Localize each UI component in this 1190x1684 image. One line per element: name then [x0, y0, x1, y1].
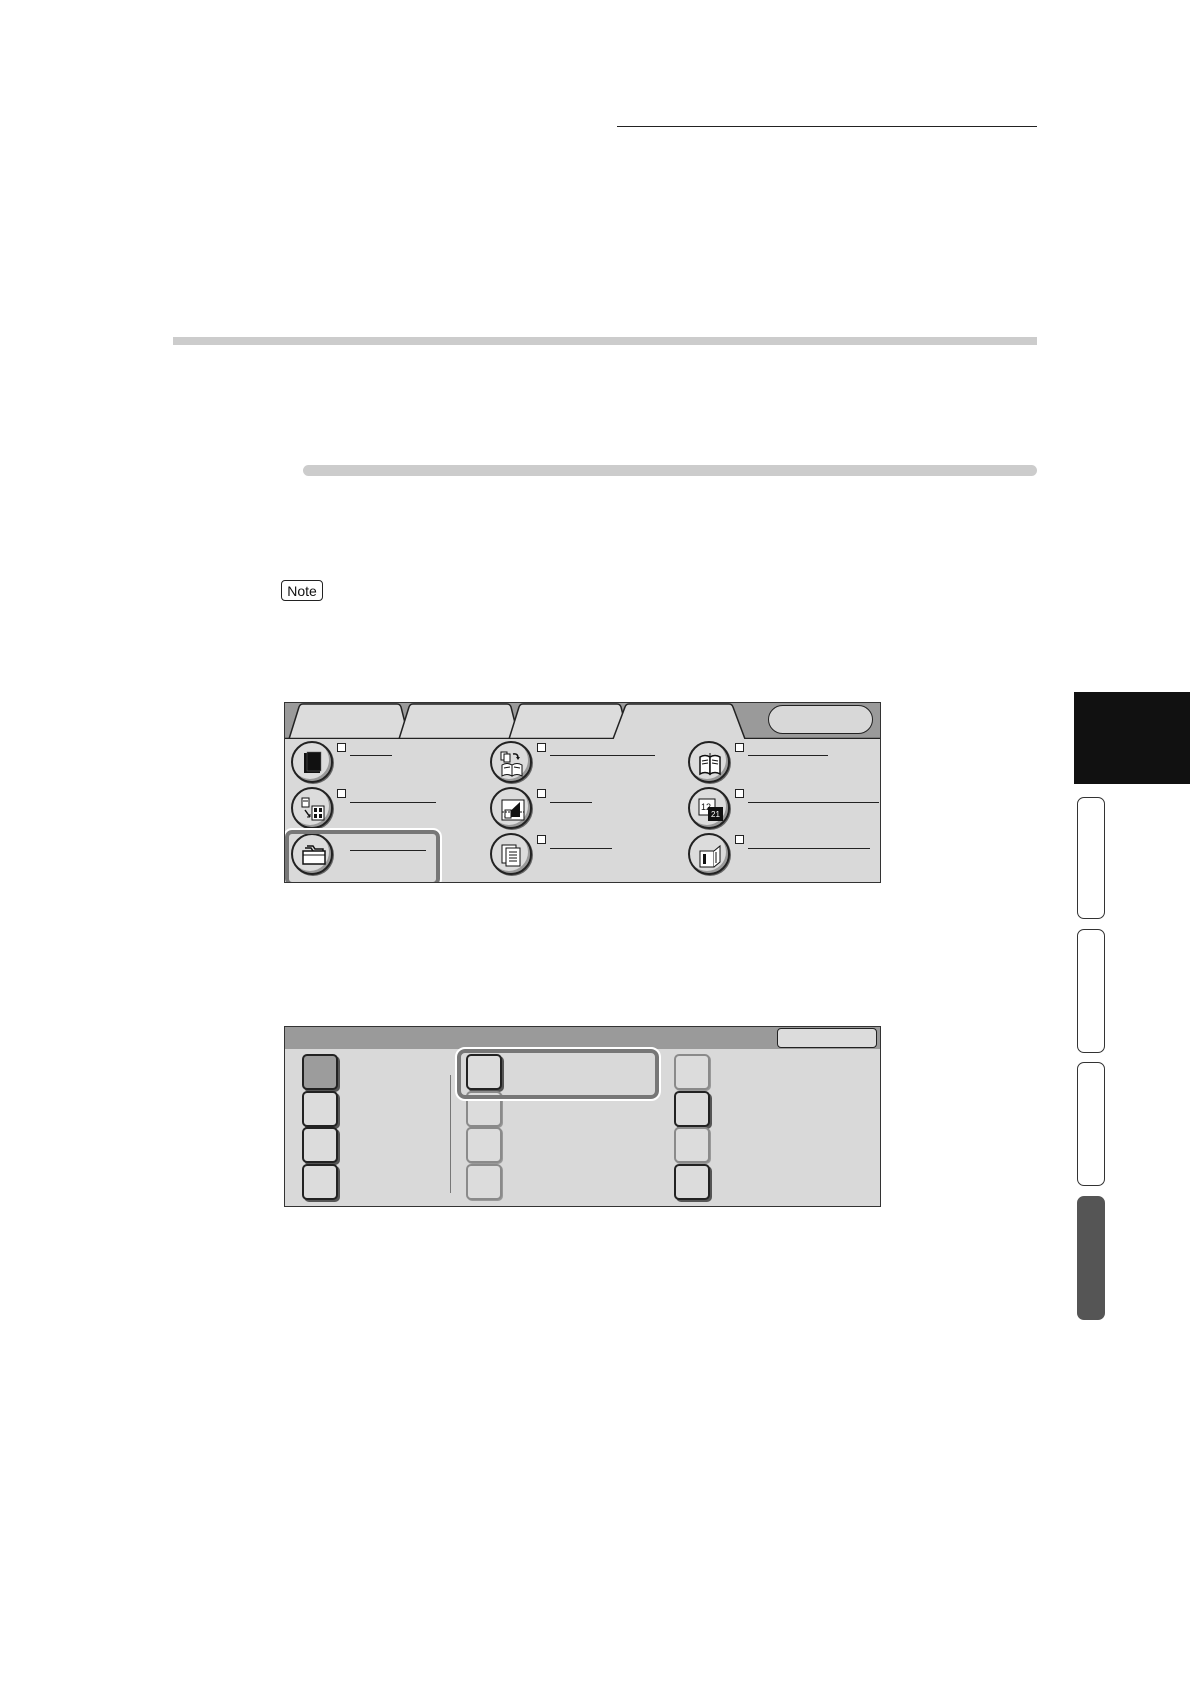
side-index-tab: [1077, 1062, 1105, 1186]
feature-label-line: [550, 755, 655, 756]
chapter-thumb-tab: [1074, 692, 1190, 784]
feature-label-line: [748, 802, 879, 803]
feature-checkbox: [337, 789, 346, 798]
subsection-divider-bar: [303, 465, 1037, 476]
feature-menu-screen: 12 21: [284, 702, 881, 883]
column-divider: [450, 1075, 451, 1193]
book-copy-icon[interactable]: [490, 741, 532, 783]
section-divider-bar: [173, 337, 1037, 345]
highlight-frame: [455, 1047, 661, 1101]
option-button-selected[interactable]: [302, 1054, 338, 1090]
multi-up-icon[interactable]: [291, 787, 333, 829]
tab-2: [398, 703, 520, 739]
feature-label-line: [550, 802, 592, 803]
note-label: Note: [281, 580, 323, 601]
header-rule: [617, 126, 1037, 127]
tab-1: [288, 703, 410, 739]
option-button[interactable]: [674, 1091, 710, 1127]
tab-active: [612, 703, 746, 739]
close-button[interactable]: [777, 1028, 877, 1048]
feature-label-line: [350, 802, 436, 803]
feature-label-line: [748, 848, 870, 849]
option-button[interactable]: [302, 1091, 338, 1127]
option-button[interactable]: [674, 1164, 710, 1200]
option-button-disabled: [674, 1054, 710, 1090]
option-button[interactable]: [302, 1127, 338, 1163]
side-index-tab: [1077, 929, 1105, 1053]
page-number-icon[interactable]: 12 21: [688, 787, 730, 829]
feature-checkbox: [735, 835, 744, 844]
booklet-icon[interactable]: [688, 741, 730, 783]
feature-checkbox: [537, 789, 546, 798]
poster-icon[interactable]: [688, 833, 730, 875]
feature-checkbox: [735, 743, 744, 752]
feature-checkbox: [537, 743, 546, 752]
side-index-tab: [1077, 797, 1105, 919]
highlight-frame: [285, 828, 442, 882]
feature-checkbox: [337, 743, 346, 752]
svg-text:21: 21: [711, 810, 720, 819]
feature-checkbox: [537, 835, 546, 844]
feature-label-line: [350, 755, 392, 756]
image-shift-icon[interactable]: [490, 787, 532, 829]
option-button-disabled: [466, 1127, 502, 1163]
side-index-tab-active: [1077, 1196, 1105, 1320]
option-button-disabled: [466, 1164, 502, 1200]
stacked-pages-icon[interactable]: [490, 833, 532, 875]
settings-screen: [284, 1026, 881, 1207]
feature-label-line: [748, 755, 828, 756]
close-button[interactable]: [768, 705, 873, 734]
tab-3: [508, 703, 630, 739]
feature-label-line: [550, 848, 612, 849]
option-button[interactable]: [302, 1164, 338, 1200]
option-button-disabled: [674, 1127, 710, 1163]
single-sheet-icon[interactable]: [291, 741, 333, 783]
feature-checkbox: [735, 789, 744, 798]
